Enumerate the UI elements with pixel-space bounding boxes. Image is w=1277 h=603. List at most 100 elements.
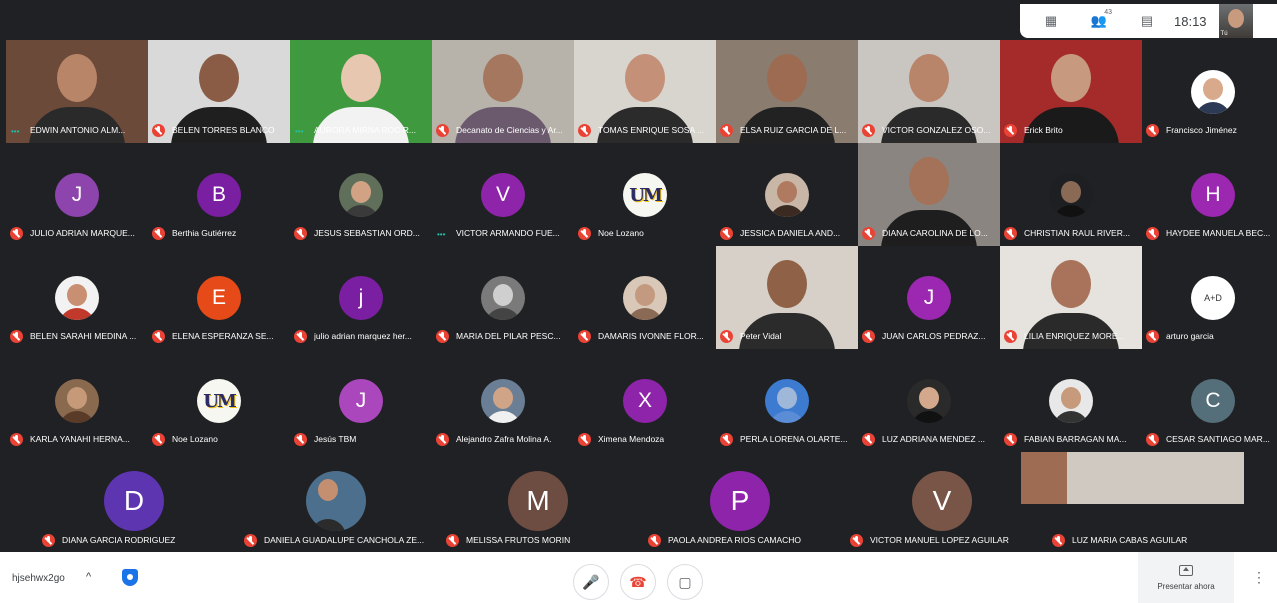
participant-name-tag: Francisco Jiménez <box>1146 122 1277 138</box>
participant-tile[interactable]: ELSA RUIZ GARCIA DE L... <box>716 40 858 143</box>
participant-grid: ••• EDWIN ANTONIO ALM... BELEN TORRES BLAN… <box>6 40 1277 450</box>
participant-name: Alejandro Zafra Molina A. <box>456 434 552 444</box>
mic-off-icon <box>578 123 591 137</box>
university-logo: UM <box>197 379 241 423</box>
participant-tile[interactable]: JESUS SEBASTIAN ORD... <box>290 143 432 246</box>
participant-avatar: J <box>55 173 99 217</box>
participant-tile[interactable]: V VICTOR MANUEL LOPEZ AGUILAR <box>842 452 1042 552</box>
mic-off-icon <box>1004 432 1017 446</box>
shield-icon[interactable] <box>122 569 138 586</box>
participant-name-tag: LUZ ADRIANA MENDEZ ... <box>862 431 998 447</box>
participant-tile[interactable]: DANIELA GUADALUPE CANCHOLA ZE... <box>236 452 436 552</box>
audio-level-icon: ••• <box>437 229 446 239</box>
participant-tile[interactable]: H HAYDEE MANUELA BEC... <box>1142 143 1277 246</box>
participant-tile[interactable]: LUZ MARIA CABAS AGUILAR <box>1021 452 1244 552</box>
logo-text: A+D <box>1204 293 1222 303</box>
participant-tile[interactable]: BELEN SARAHI MEDINA ... <box>6 246 148 349</box>
participant-tile[interactable]: PERLA LORENA OLARTE... <box>716 349 858 452</box>
participant-tile[interactable]: CHRISTIAN RAUL RIVER... <box>1000 143 1142 246</box>
meeting-code[interactable]: hjsehwx2go <box>12 573 65 584</box>
participant-tile[interactable]: LILIA ENRIQUEZ MORE... <box>1000 246 1142 349</box>
participant-tile[interactable]: KARLA YANAHI HERNA... <box>6 349 148 452</box>
participant-tile[interactable]: Peter Vidal <box>716 246 858 349</box>
participant-tile[interactable]: BELEN TORRES BLANCO <box>148 40 290 143</box>
participant-name: LUZ MARIA CABAS AGUILAR <box>1072 535 1188 545</box>
participant-name: DIANA GARCIA RODRIGUEZ <box>62 535 176 545</box>
participant-tile[interactable]: J Jesús TBM <box>290 349 432 452</box>
participant-name-tag: LUZ MARIA CABAS AGUILAR <box>1052 532 1242 548</box>
participant-tile[interactable]: UM Noe Lozano <box>148 349 290 452</box>
participant-name: HAYDEE MANUELA BEC... <box>1166 228 1271 238</box>
logo-text: UM <box>629 184 663 206</box>
participant-tile[interactable]: DAMARIS IVONNE FLOR... <box>574 246 716 349</box>
participant-name-tag: PAOLA ANDREA RIOS CAMACHO <box>648 532 838 548</box>
participant-tile[interactable]: Decanato de Ciencias y Ar... <box>432 40 574 143</box>
participant-avatar: V <box>912 471 972 531</box>
hangup-button[interactable]: ☎ <box>620 564 656 600</box>
participant-tile[interactable]: ••• AURORA MIRNA ROC R... <box>290 40 432 143</box>
participant-tile[interactable]: FABIAN BARRAGAN MA... <box>1000 349 1142 452</box>
participant-tile[interactable]: M MELISSA FRUTOS MORIN <box>438 452 638 552</box>
person-head <box>57 54 97 102</box>
participant-tile[interactable]: B Berthia Gutiérrez <box>148 143 290 246</box>
participant-name: JULIO ADRIAN MARQUE... <box>30 228 135 238</box>
participant-name-tag: Peter Vidal <box>720 328 856 344</box>
participant-tile[interactable]: E ELENA ESPERANZA SE... <box>148 246 290 349</box>
camera-button[interactable]: ▢ <box>667 564 703 600</box>
mic-off-icon <box>1004 329 1017 343</box>
participant-name: BELEN SARAHI MEDINA ... <box>30 331 137 341</box>
participant-tile[interactable]: Alejandro Zafra Molina A. <box>432 349 574 452</box>
participant-tile[interactable]: DIANA CAROLINA DE LO... <box>858 143 1000 246</box>
participant-name-tag: julio adrian marquez her... <box>294 328 430 344</box>
present-now-button[interactable]: Presentar ahora <box>1138 552 1234 603</box>
self-view[interactable]: Tú <box>1218 4 1253 38</box>
participant-name: julio adrian marquez her... <box>314 331 412 341</box>
avatar-photo <box>55 276 99 320</box>
participant-tile[interactable]: j julio adrian marquez her... <box>290 246 432 349</box>
participant-name: ELENA ESPERANZA SE... <box>172 331 274 341</box>
participant-tile[interactable]: J JUAN CARLOS PEDRAZ... <box>858 246 1000 349</box>
participant-name-tag: ••• AURORA MIRNA ROC R... <box>294 122 430 138</box>
participant-tile[interactable]: X Ximena Mendoza <box>574 349 716 452</box>
people-icon[interactable]: 👥 43 <box>1082 7 1116 35</box>
mic-off-icon <box>578 329 591 343</box>
participant-avatar: C <box>1191 379 1235 423</box>
participant-tile[interactable]: C CESAR SANTIAGO MAR... <box>1142 349 1277 452</box>
participant-name-tag: Erick Brito <box>1004 122 1140 138</box>
mic-off-icon <box>1052 533 1065 547</box>
participant-tile[interactable]: LUZ ADRIANA MENDEZ ... <box>858 349 1000 452</box>
participant-tile[interactable]: TOMAS ENRIQUE SOSA ... <box>574 40 716 143</box>
participant-tile[interactable]: MARIA DEL PILAR PESC... <box>432 246 574 349</box>
participant-name-tag: DIANA CAROLINA DE LO... <box>862 225 998 241</box>
participant-avatar: E <box>197 276 241 320</box>
participant-tile[interactable]: J JULIO ADRIAN MARQUE... <box>6 143 148 246</box>
participant-tile[interactable]: Francisco Jiménez <box>1142 40 1277 143</box>
chat-icon[interactable]: ▤ <box>1130 7 1164 35</box>
participant-name-tag: JULIO ADRIAN MARQUE... <box>10 225 146 241</box>
mic-button[interactable]: 🎤 <box>573 564 609 600</box>
avatar-initial: E <box>211 286 226 309</box>
participant-name-tag: ••• VICTOR ARMANDO FUE... <box>436 225 572 241</box>
participant-tile[interactable]: ••• EDWIN ANTONIO ALM... <box>6 40 148 143</box>
captions-icon[interactable]: ▦ <box>1034 7 1068 35</box>
participant-row-bottom: D DIANA GARCIA RODRIGUEZ DANIELA GUADALUPE… <box>34 452 1244 552</box>
participant-tile[interactable]: D DIANA GARCIA RODRIGUEZ <box>34 452 234 552</box>
more-options-icon[interactable]: ⋮ <box>1252 569 1266 586</box>
mic-off-icon <box>152 432 165 446</box>
participant-avatar: V <box>481 173 525 217</box>
participant-tile[interactable]: Erick Brito <box>1000 40 1142 143</box>
mic-off-icon <box>446 533 459 547</box>
participant-tile[interactable]: A+D arturo garcia <box>1142 246 1277 349</box>
participant-name: Berthia Gutiérrez <box>172 228 237 238</box>
avatar-photo <box>1049 173 1093 217</box>
participants-count: 43 <box>1104 9 1112 16</box>
chevron-up-icon[interactable]: ^ <box>86 571 91 583</box>
participant-tile[interactable]: VICTOR GONZALEZ OSO... <box>858 40 1000 143</box>
avatar-photo <box>1049 379 1093 423</box>
participant-tile[interactable]: JESSICA DANIELA AND... <box>716 143 858 246</box>
avatar-initial: V <box>932 485 952 516</box>
participant-tile[interactable]: P PAOLA ANDREA RIOS CAMACHO <box>640 452 840 552</box>
person-head <box>199 54 239 102</box>
participant-tile[interactable]: V ••• VICTOR ARMANDO FUE... <box>432 143 574 246</box>
participant-tile[interactable]: UM Noe Lozano <box>574 143 716 246</box>
